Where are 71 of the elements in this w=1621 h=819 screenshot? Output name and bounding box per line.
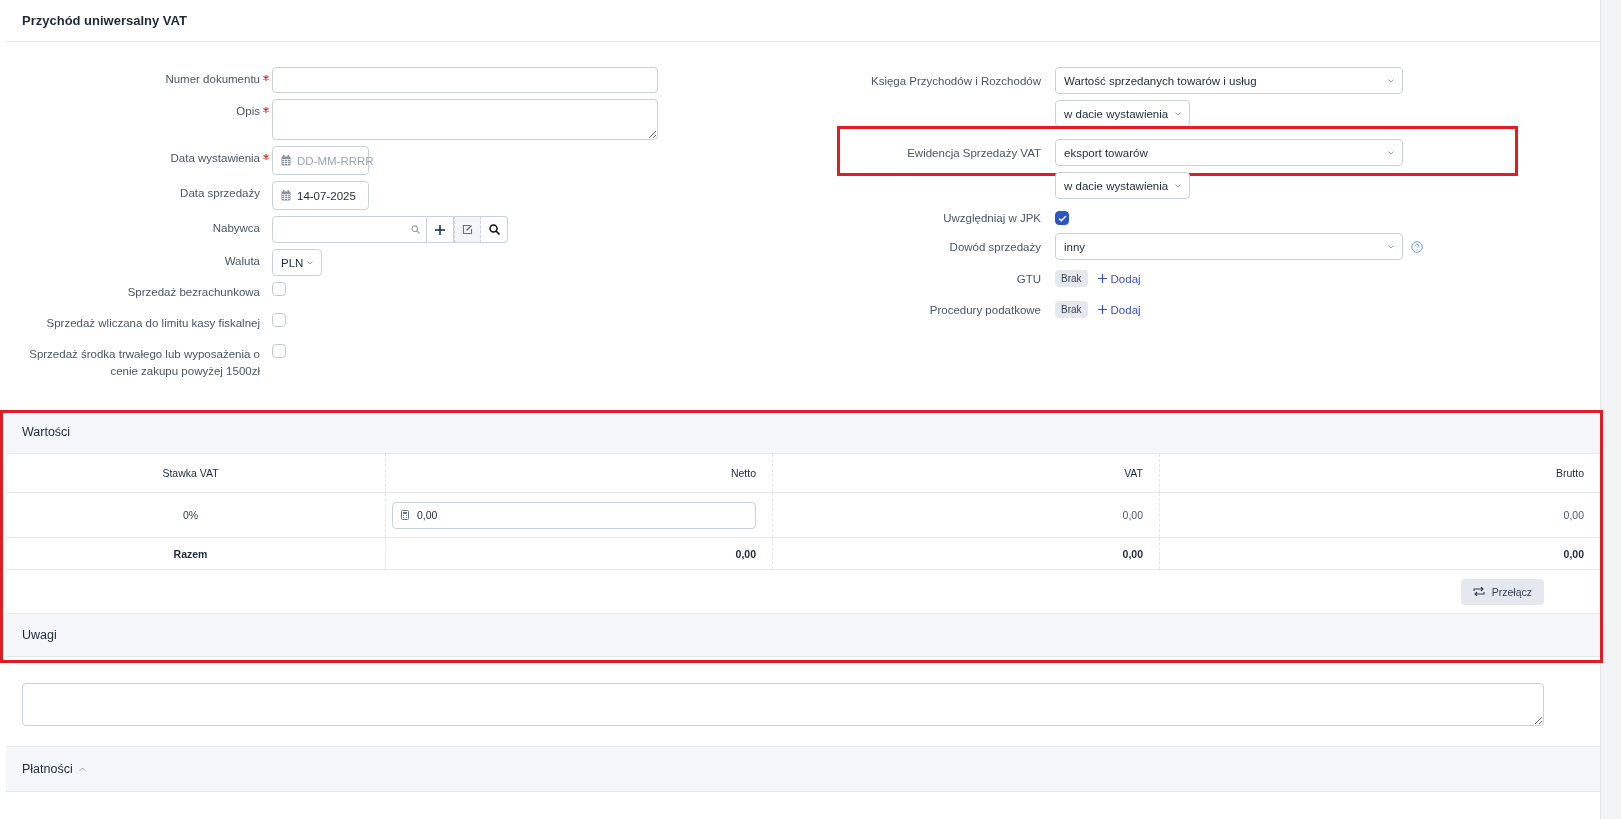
field-label: Dowód sprzedaży — [949, 240, 1041, 253]
help-icon[interactable] — [1411, 240, 1423, 253]
field-label: Nabywca — [212, 222, 260, 234]
tag: Brak — [1055, 270, 1088, 287]
search-button[interactable] — [481, 216, 508, 243]
calculator-icon — [401, 510, 409, 520]
section-title: Płatności — [22, 762, 73, 776]
swap-arrows-icon — [1472, 587, 1485, 596]
field-label: Data sprzedaży — [180, 187, 260, 199]
textarea-field[interactable] — [272, 99, 658, 140]
search-icon — [411, 225, 420, 234]
select-field[interactable]: Wartość sprzedanych towarów i usług — [1055, 67, 1403, 94]
table-cell: 0,00 — [1563, 547, 1584, 560]
page-title: Przychód uniwersalny VAT — [22, 13, 187, 28]
lookup-field[interactable] — [272, 216, 427, 243]
plus-icon — [1097, 274, 1107, 283]
field-label: GTU — [1016, 272, 1041, 285]
tag: Brak — [1055, 301, 1088, 318]
column-header: VAT — [1124, 467, 1143, 479]
field-label: Waluta — [224, 255, 260, 267]
section-title: Uwagi — [22, 628, 57, 642]
add-link[interactable]: Dodaj — [1097, 272, 1141, 285]
chevron-down-icon — [1175, 183, 1181, 188]
chevron-down-icon — [307, 260, 313, 265]
scrollbar[interactable] — [1600, 0, 1621, 819]
search-icon — [488, 224, 500, 235]
table-cell: 0,00 — [1122, 547, 1143, 560]
table-cell: 0,00 — [735, 547, 756, 560]
chevron-down-icon — [1175, 111, 1181, 116]
field-label: Sprzedaż środka trwałego lub wyposażenia o cenie zakupu powyżej 1500zł — [28, 347, 260, 379]
section-title: Wartości — [22, 425, 71, 439]
table-cell: Razem — [173, 547, 208, 560]
section-header[interactable]: Płatności — [6, 746, 1600, 792]
plus-icon — [435, 224, 445, 235]
currency-select[interactable]: PLN — [272, 249, 322, 276]
date-field[interactable]: 14-07-2025 — [272, 181, 369, 210]
field-label: Opis — [236, 105, 260, 117]
add-link[interactable]: Dodaj — [1097, 303, 1141, 316]
amount-field[interactable]: 0,00 — [392, 501, 756, 529]
select-field[interactable]: w dacie wystawienia — [1055, 100, 1190, 127]
edit-icon — [462, 224, 473, 235]
field-label: Ewidencja Sprzedaży VAT — [907, 146, 1041, 159]
calendar-icon — [281, 155, 291, 166]
select-field[interactable]: eksport towarów — [1055, 139, 1403, 166]
field-label: Sprzedaż wliczana do limitu kasy fiskalnej — [46, 316, 260, 331]
add-button[interactable] — [427, 216, 454, 243]
select-field[interactable]: inny — [1055, 233, 1403, 260]
checkmark-icon — [1057, 214, 1067, 222]
checkbox[interactable] — [1055, 211, 1069, 225]
column-header: Stawka VAT — [162, 467, 219, 479]
select-field[interactable]: w dacie wystawienia — [1055, 172, 1190, 199]
table-cell: 0,00 — [1563, 509, 1584, 521]
field-label: Księga Przychodów i Rozchodów — [870, 74, 1041, 87]
notes-field[interactable] — [22, 683, 1544, 726]
field-label: Sprzedaż bezrachunkowa — [127, 285, 260, 300]
field-label: Numer dokumentu — [165, 73, 260, 85]
field-label: Uwzględniaj w JPK — [943, 212, 1041, 224]
chevron-down-icon — [1388, 150, 1394, 155]
column-header: Brutto — [1556, 467, 1584, 479]
table-cell: 0% — [182, 509, 199, 521]
column-header: Netto — [730, 467, 756, 479]
edit-button[interactable] — [454, 216, 481, 243]
table-cell: 0,00 — [1122, 509, 1143, 521]
input-field[interactable] — [272, 67, 658, 93]
chevron-down-icon — [1388, 78, 1394, 83]
field-label: Procedury podatkowe — [929, 303, 1041, 316]
field-label: Data wystawienia — [170, 152, 260, 164]
calendar-icon — [281, 190, 291, 201]
plus-icon — [1097, 305, 1107, 314]
chevron-down-icon — [1388, 244, 1394, 249]
switch-button[interactable]: Przełącz — [1460, 578, 1544, 605]
